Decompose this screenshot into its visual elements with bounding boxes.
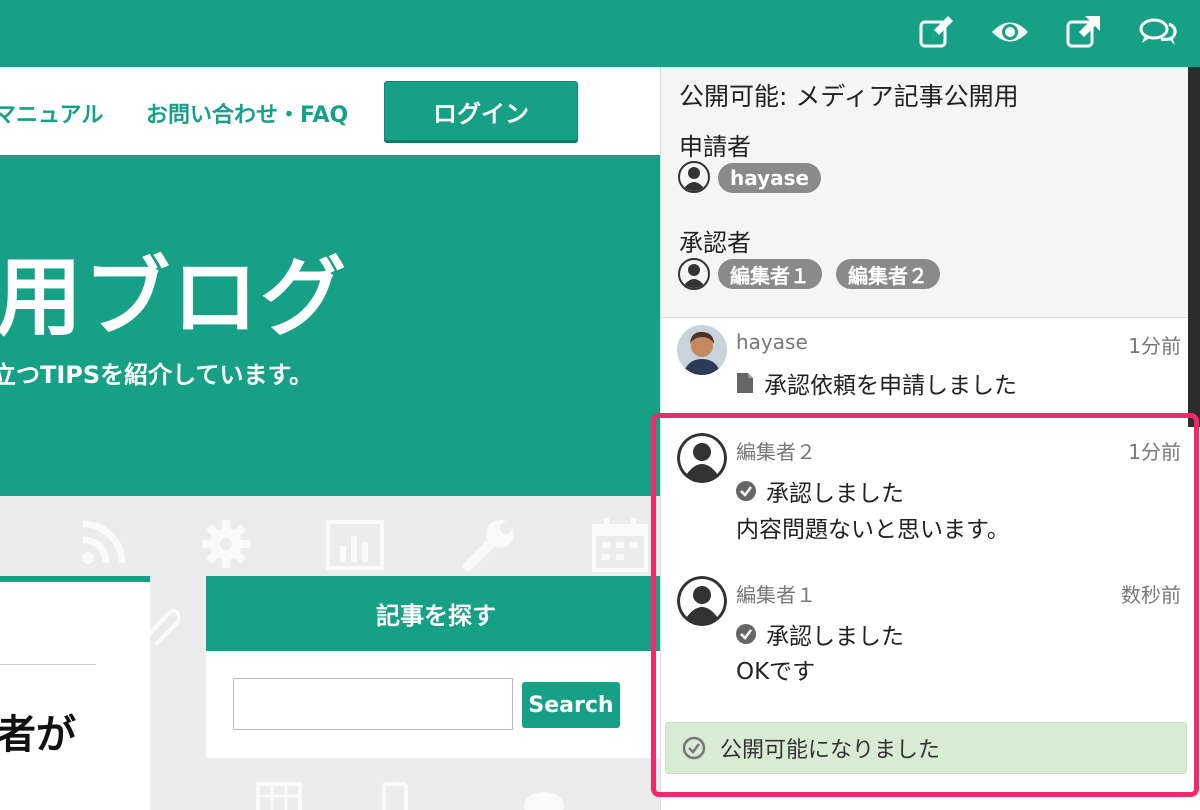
mobile-icon	[382, 782, 408, 810]
search-widget: 記事を探す Search	[206, 576, 666, 758]
site-header: マニュアル お問い合わせ・FAQ ログイン	[0, 67, 662, 155]
admin-toolbar	[0, 0, 1200, 67]
hero-subtitle: 立つTIPSを紹介しています。	[0, 361, 314, 389]
user-icon	[678, 258, 710, 290]
wrench-icon	[463, 520, 514, 571]
activity-time: 1分前	[1128, 334, 1181, 358]
status-message: 公開可能になりました	[665, 722, 1187, 774]
activity-time: 数秒前	[1121, 583, 1181, 607]
activity-time: 1分前	[1128, 440, 1181, 464]
check-circle-icon	[736, 481, 756, 501]
cloud-icon	[524, 792, 564, 810]
activity-author: 編集者１	[736, 583, 816, 607]
status-text: 公開可能になりました	[720, 738, 941, 763]
activity-list: hayase 1分前 承認依頼を申請しました 編集者２ 1分前 承認しました 内…	[661, 318, 1200, 810]
search-widget-title: 記事を探す	[206, 576, 666, 651]
document-icon	[736, 372, 754, 394]
activity-comment: OKです	[736, 659, 816, 685]
search-button[interactable]: Search	[522, 682, 620, 728]
login-button[interactable]: ログイン	[384, 81, 578, 141]
content-area: 者が 記事を探す Search	[0, 496, 666, 810]
grid-icon	[256, 782, 302, 810]
applicant-label: 申請者	[679, 133, 751, 161]
calendar-icon	[592, 518, 648, 572]
panel-title: 公開可能: メディア記事公開用	[679, 82, 1019, 111]
card-divider	[0, 664, 96, 665]
activity-action: 承認しました	[736, 617, 904, 651]
avatar	[677, 576, 727, 626]
page: マニュアル お問い合わせ・FAQ ログイン 用ブログ 立つTIPSを紹介していま…	[0, 0, 1200, 810]
activity-comment: 内容問題ないと思います。	[736, 517, 1010, 543]
check-circle-icon	[682, 736, 706, 760]
search-input[interactable]	[233, 678, 513, 730]
avatar	[677, 433, 727, 483]
activity-action-text: 承認しました	[766, 624, 904, 650]
activity-action-text: 承認依頼を申請しました	[764, 373, 1017, 399]
eye-icon[interactable]	[990, 14, 1030, 50]
card-heading: 者が	[0, 712, 76, 758]
approver-label: 承認者	[679, 229, 751, 257]
avatar	[677, 325, 727, 375]
nav-link-contact[interactable]: お問い合わせ・FAQ	[146, 97, 348, 129]
applicant-tag: hayase	[718, 163, 822, 193]
hero-title: 用ブログ	[0, 248, 348, 348]
window-edge	[1188, 67, 1200, 427]
activity-action: 承認依頼を申請しました	[736, 366, 1017, 400]
comments-icon[interactable]	[1138, 14, 1178, 50]
article-card: 者が	[0, 576, 150, 810]
user-icon	[678, 161, 710, 193]
activity-action-text: 承認しました	[766, 481, 904, 507]
nav-link-manual[interactable]: マニュアル	[0, 97, 103, 129]
approver-tag: 編集者１	[718, 259, 822, 289]
approver-tag: 編集者２	[836, 259, 940, 289]
external-link-icon[interactable]	[1063, 14, 1103, 50]
check-circle-icon	[736, 624, 756, 644]
activity-author: 編集者２	[736, 440, 816, 464]
edit-icon[interactable]	[916, 14, 956, 50]
hero-banner: 用ブログ 立つTIPSを紹介しています。	[0, 155, 662, 496]
activity-author: hayase	[736, 330, 808, 354]
approval-panel: 公開可能: メディア記事公開用 申請者 hayase 承認者 編集者１ 編集者２…	[660, 67, 1200, 810]
gear-icon	[202, 520, 250, 568]
chart-icon	[326, 520, 384, 570]
activity-action: 承認しました	[736, 474, 904, 508]
rss-icon	[82, 520, 126, 564]
